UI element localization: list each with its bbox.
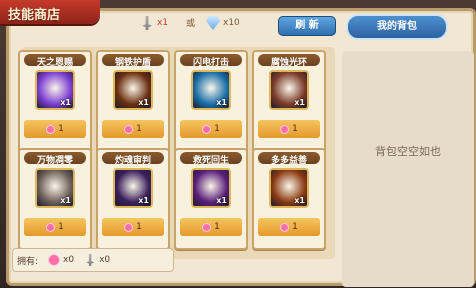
price-value: 1	[292, 222, 298, 232]
refresh-button[interactable]: 刷 新	[278, 16, 336, 36]
skill-qty: x1	[138, 98, 149, 107]
heart-token-icon	[46, 222, 56, 232]
cost-gem-count: x10	[223, 18, 240, 28]
buy-price-button[interactable]: 1	[258, 218, 320, 236]
purple-slash-icon: x1	[113, 168, 153, 208]
price-value: 1	[214, 124, 220, 134]
skill-card[interactable]: 救死回生 x1 1	[174, 148, 248, 250]
heart-token-icon	[280, 222, 290, 232]
heart-token-icon	[202, 222, 212, 232]
skill-qty: x1	[60, 196, 71, 205]
diamond-icon	[206, 16, 220, 30]
buy-price-button[interactable]: 1	[180, 218, 242, 236]
revive-orb-icon: x1	[191, 168, 231, 208]
my-bag-tab[interactable]: 我的背包	[346, 14, 448, 40]
skill-card[interactable]: 钢铁护盾 x1 1	[96, 50, 170, 152]
buy-price-button[interactable]: 1	[180, 120, 242, 138]
buy-price-button[interactable]: 1	[102, 120, 164, 138]
corrosion-warrior-icon: x1	[269, 70, 309, 110]
heart-token-icon	[48, 254, 61, 266]
cost-separator: 或	[186, 19, 196, 29]
skill-qty: x1	[216, 196, 227, 205]
skill-card[interactable]: 闪电打击 x1 1	[174, 50, 248, 152]
sword-icon	[85, 254, 95, 266]
price-value: 1	[58, 124, 64, 134]
skill-name: 天之恩赐	[36, 58, 73, 68]
skill-card[interactable]: 万物凋零 x1 1	[18, 148, 92, 250]
heart-token-icon	[202, 124, 212, 134]
heart-token-icon	[46, 124, 56, 134]
skill-qty: x1	[138, 196, 149, 205]
owned-sword-count: x0	[99, 255, 111, 265]
skill-card[interactable]: 灼魂审判 x1 1	[96, 148, 170, 250]
bag-panel: 背包空空如也	[342, 51, 474, 287]
cost-sword: x1	[140, 16, 168, 30]
skill-card[interactable]: 天之恩赐 x1 1	[18, 50, 92, 152]
skill-qty: x1	[294, 196, 305, 205]
wither-sword-icon: x1	[35, 168, 75, 208]
buy-price-button[interactable]: 1	[24, 120, 86, 138]
skill-qty: x1	[294, 98, 305, 107]
skill-card[interactable]: 腐蚀光环 x1 1	[252, 50, 326, 152]
sword-icon	[142, 16, 152, 30]
price-value: 1	[136, 124, 142, 134]
skill-card[interactable]: 多多益善 x1 1	[252, 148, 326, 250]
owned-bar: 拥有: x0 x0	[12, 248, 174, 272]
skill-name: 万物凋零	[36, 156, 73, 166]
skill-name: 灼魂审判	[114, 156, 151, 166]
skill-qty: x1	[60, 98, 71, 107]
title-ribbon: 技能商店	[0, 0, 100, 24]
buy-price-button[interactable]: 1	[102, 218, 164, 236]
skill-name: 多多益善	[270, 156, 307, 166]
buy-price-button[interactable]: 1	[258, 120, 320, 138]
buy-price-button[interactable]: 1	[24, 218, 86, 236]
price-value: 1	[58, 222, 64, 232]
skill-name: 腐蚀光环	[270, 58, 307, 68]
bag-empty-text: 背包空空如也	[375, 145, 441, 158]
price-value: 1	[214, 222, 220, 232]
heart-token-icon	[124, 124, 134, 134]
skill-name: 闪电打击	[192, 58, 229, 68]
cost-sword-count: x1	[157, 18, 169, 28]
purple-orb-icon: x1	[35, 70, 75, 110]
owned-heart-count: x0	[63, 255, 75, 265]
heart-token-icon	[124, 222, 134, 232]
fire-warrior-icon: x1	[269, 168, 309, 208]
price-value: 1	[136, 222, 142, 232]
skill-qty: x1	[216, 98, 227, 107]
skill-name: 钢铁护盾	[114, 58, 151, 68]
heart-token-icon	[280, 124, 290, 134]
owned-label: 拥有:	[17, 256, 39, 267]
price-value: 1	[292, 124, 298, 134]
golden-shield-icon: x1	[113, 70, 153, 110]
skill-name: 救死回生	[192, 156, 229, 166]
lightning-icon: x1	[191, 70, 231, 110]
cost-gem: x10	[206, 16, 240, 30]
cost-separator-row: 或	[186, 16, 195, 29]
window-title: 技能商店	[8, 8, 61, 23]
